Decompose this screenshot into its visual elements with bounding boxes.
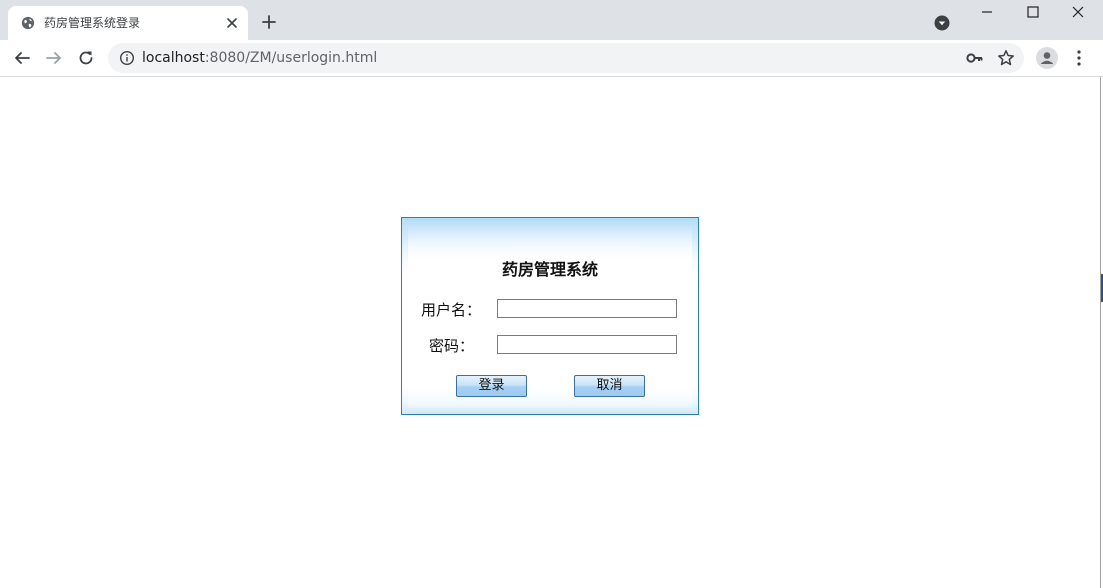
- window-right-border: [1100, 77, 1101, 588]
- password-field[interactable]: [497, 335, 677, 354]
- close-icon[interactable]: [224, 15, 240, 31]
- tab-search-icon[interactable]: [934, 15, 950, 31]
- tab-strip: 药房管理系统登录: [0, 0, 1103, 40]
- page-title: 药房管理系统: [501, 260, 598, 279]
- browser-tab[interactable]: 药房管理系统登录: [8, 6, 248, 40]
- url-path: :8080/ZM/userlogin.html: [204, 50, 378, 66]
- username-label: 用户名：: [421, 301, 482, 319]
- password-label: 密码：: [429, 337, 475, 355]
- kebab-menu-icon[interactable]: [1072, 49, 1086, 67]
- info-icon[interactable]: [119, 50, 135, 66]
- login-button[interactable]: 登录: [456, 375, 527, 397]
- close-window-icon[interactable]: [1070, 4, 1086, 20]
- maximize-icon[interactable]: [1025, 4, 1041, 20]
- browser-toolbar: localhost:8080/ZM/userlogin.html: [0, 40, 1103, 77]
- arrow-left-icon[interactable]: [13, 49, 31, 67]
- tab-title: 药房管理系统登录: [44, 16, 141, 30]
- globe-icon: [21, 16, 35, 30]
- reload-icon[interactable]: [77, 49, 95, 67]
- key-icon[interactable]: [966, 50, 984, 66]
- address-bar[interactable]: localhost:8080/ZM/userlogin.html: [108, 43, 1024, 73]
- profile-icon[interactable]: [1036, 47, 1058, 69]
- url-text[interactable]: localhost:8080/ZM/userlogin.html: [142, 49, 377, 67]
- username-field[interactable]: [497, 299, 677, 318]
- star-icon[interactable]: [997, 49, 1015, 67]
- minimize-icon[interactable]: [979, 4, 995, 20]
- url-host: localhost: [142, 50, 205, 66]
- plus-icon[interactable]: [260, 13, 278, 31]
- login-panel: 药房管理系统 用户名： 密码： 登录 取消: [401, 217, 699, 415]
- arrow-right-icon[interactable]: [45, 49, 63, 67]
- cancel-button[interactable]: 取消: [574, 375, 645, 397]
